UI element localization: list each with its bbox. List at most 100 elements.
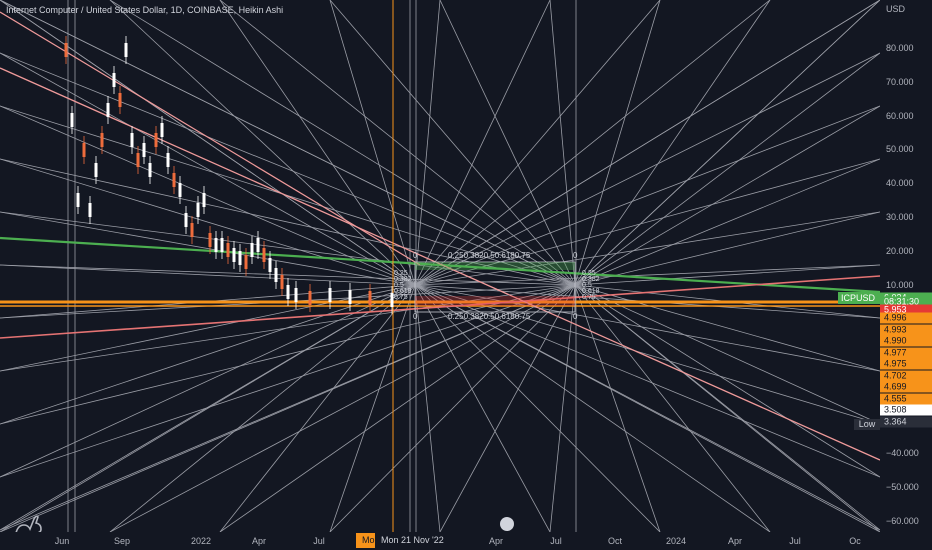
time-tick: Jun: [54, 536, 70, 546]
candle-body: [262, 248, 266, 262]
candle-body: [136, 153, 140, 167]
candle-body: [238, 251, 242, 265]
fan-line: [0, 264, 416, 286]
fib-top-labels: 0.250.3820.50.6180.75: [448, 251, 531, 260]
fan-line: [0, 284, 576, 532]
candle-body: [166, 153, 170, 167]
fan-line: [219, 284, 576, 532]
time-tick: Oct: [607, 536, 623, 546]
fan-line: [439, 284, 576, 532]
fan-line: [109, 284, 416, 532]
price-tag: 4.702: [880, 370, 932, 382]
candle-body: [226, 243, 230, 257]
price-tag: 4.990: [880, 335, 932, 347]
candle-body: [130, 133, 134, 147]
fib-zero-label: 0: [413, 251, 418, 260]
candle-body: [148, 163, 152, 177]
candle-body: [118, 93, 122, 107]
fan-line: [574, 284, 880, 478]
candle-body: [232, 248, 236, 262]
fan-line: [414, 284, 551, 532]
candle-body: [94, 163, 98, 177]
candle-body: [82, 143, 86, 157]
candle-body: [106, 103, 110, 117]
time-tick: 2024: [665, 536, 687, 546]
candle-body: [142, 143, 146, 157]
candle-body: [112, 73, 116, 87]
time-tick: Oc: [849, 536, 861, 546]
fan-line: [574, 284, 880, 532]
fan-line: [574, 284, 880, 372]
candle-body: [286, 285, 290, 299]
candle-body: [202, 193, 206, 207]
candle-body: [172, 173, 176, 187]
fan-line: [0, 211, 416, 286]
crosshair-date-label: Mon 21 Nov '22: [375, 533, 450, 548]
candle-body: [70, 113, 74, 127]
price-tick: 80.000: [886, 43, 914, 53]
candle-body: [256, 238, 260, 252]
price-tick: −60.000: [886, 516, 919, 526]
time-tick: Jul: [550, 536, 562, 546]
candle-body: [208, 233, 212, 247]
fan-line: [0, 158, 416, 286]
candle-body: [220, 238, 224, 252]
fan-line: [414, 284, 771, 532]
fan-line: [549, 0, 576, 286]
candle-body: [280, 275, 284, 289]
candle-body: [196, 203, 200, 217]
price-tag: 4.996: [880, 312, 932, 324]
fan-line: [329, 284, 576, 532]
fan-line: [414, 0, 441, 286]
chart-canvas[interactable]: 0.250.3820.50.6180.75 0.250.3820.50.6180.…: [0, 0, 880, 532]
time-axis[interactable]: Jun Sep 2022 Apr Jul Apr Jul Oct 2024 Apr Jul Oc Mo M…: [0, 532, 880, 550]
chart-title: Internet Computer / United States Dollar…: [6, 5, 284, 15]
candle-body: [214, 238, 218, 252]
candle-body: [154, 133, 158, 147]
time-tick: Sep: [113, 536, 131, 546]
price-tag: 4.993: [880, 324, 932, 336]
candle-body: [348, 290, 352, 304]
candle-body: [294, 288, 298, 302]
candle-body: [274, 268, 278, 282]
fan-line: [574, 0, 771, 286]
fan-line: [574, 52, 880, 286]
candle-body: [100, 133, 104, 147]
price-axis[interactable]: USD 80.000 70.000 60.000 50.000 40.000 30.000…: [880, 0, 932, 550]
fib-band: [415, 262, 575, 270]
fan-line: [219, 0, 416, 286]
price-tick: −40.000: [886, 448, 919, 459]
price-tag: 4.975: [880, 358, 932, 370]
candle-body: [178, 183, 182, 197]
reset-chart-button[interactable]: [500, 517, 514, 531]
fan-line: [0, 284, 416, 532]
time-tick: Apr: [488, 536, 504, 546]
price-tag: 4.699: [880, 381, 932, 393]
price-tag: 3.508: [880, 404, 932, 416]
fib-zero-label: 0: [573, 312, 578, 321]
candle-body: [64, 43, 68, 57]
fan-line: [414, 284, 661, 532]
time-tick: Apr: [251, 536, 267, 546]
candle-body: [160, 123, 164, 137]
low-tag: Low: [854, 419, 880, 430]
fib-level-label: 0.75: [582, 294, 596, 301]
fib-band: [415, 296, 575, 306]
price-tick: 70.000: [886, 76, 914, 87]
fib-zero-label: 0: [413, 312, 418, 321]
candle-body: [190, 223, 194, 237]
time-tick: Jul: [313, 536, 325, 546]
price-tick: 40.000: [886, 178, 914, 189]
price-tick: 20.000: [886, 245, 914, 256]
fan-line: [574, 211, 880, 286]
candle-body: [76, 193, 80, 207]
price-tag: 3.364: [880, 416, 932, 428]
price-tick: 30.000: [886, 211, 914, 222]
fan-line: [414, 284, 441, 532]
candle-body: [268, 258, 272, 272]
fib-zero-label: 0: [573, 251, 578, 260]
fan-line: [574, 0, 880, 286]
fan-line: [439, 0, 576, 286]
candle-body: [250, 243, 254, 257]
time-tick: 2022: [190, 536, 212, 546]
